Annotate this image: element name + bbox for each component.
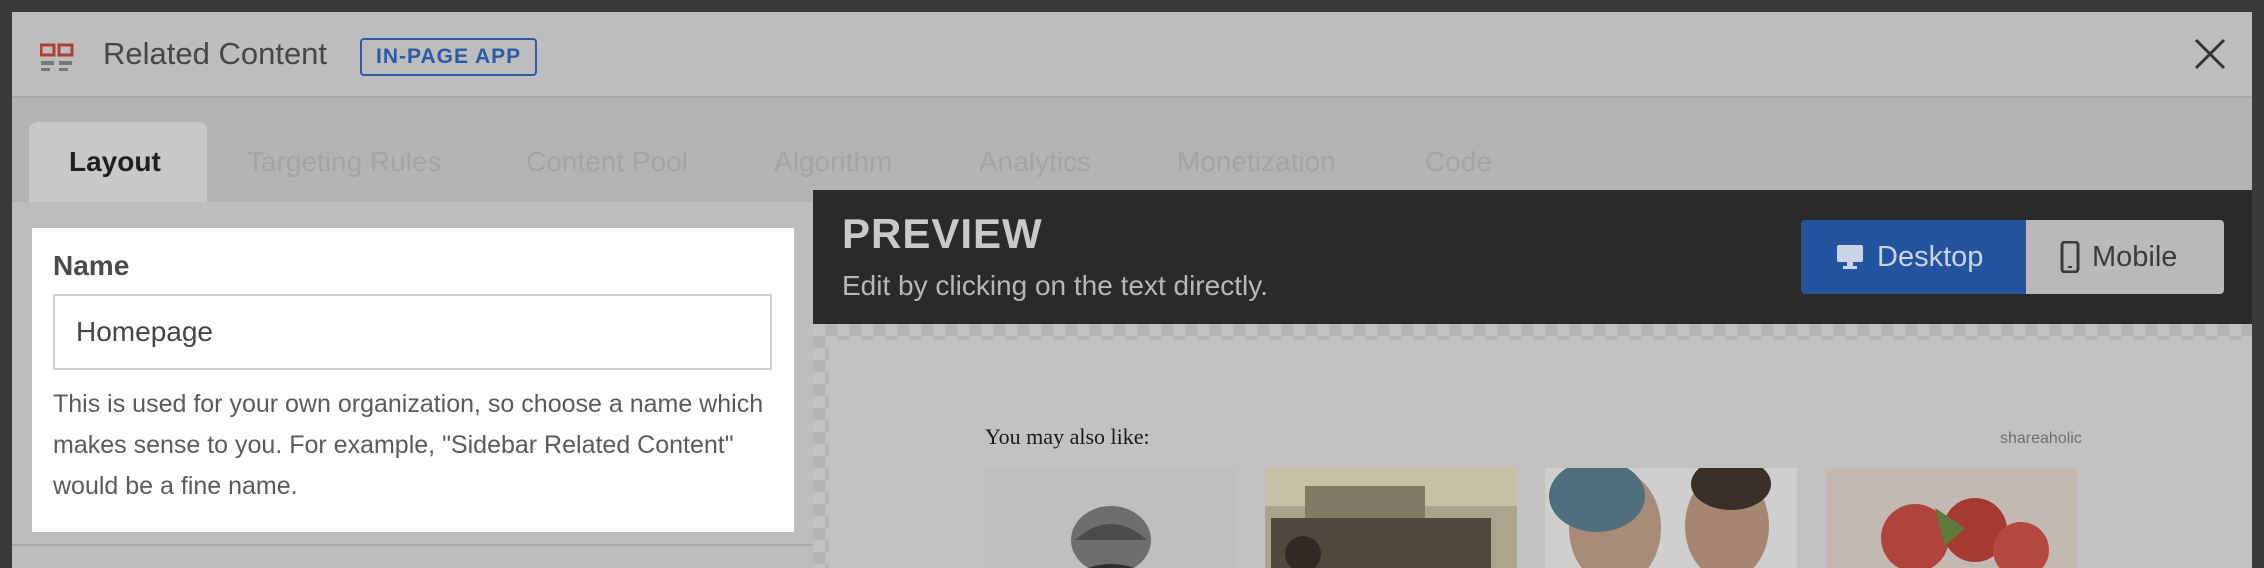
thumbnail-smiling-couple[interactable]	[1545, 468, 1797, 568]
name-card: Name This is used for your own organizat…	[32, 228, 794, 532]
name-help-text: This is used for your own organization, …	[53, 390, 764, 500]
thumbnail-strawberry-dish[interactable]	[1825, 468, 2077, 568]
thumbnail-vintage-car[interactable]	[1265, 468, 1517, 568]
name-input[interactable]	[53, 294, 772, 370]
device-toggle: Desktop Mobile	[1801, 220, 2224, 294]
desktop-label: Desktop	[1877, 240, 1984, 273]
name-label: Name	[53, 250, 130, 281]
mobile-label: Mobile	[2092, 240, 2178, 273]
preview-canvas: You may also like: shareaholic	[813, 324, 2252, 568]
tab-content-pool[interactable]: Content Pool	[526, 122, 688, 202]
monitor-icon	[1837, 245, 1863, 269]
desktop-button[interactable]: Desktop	[1801, 220, 2026, 294]
related-content-modal: Related Content IN-PAGE APP Layout Targe…	[12, 12, 2252, 568]
modal-header: Related Content IN-PAGE APP	[12, 12, 2252, 98]
preview-title: PREVIEW	[842, 210, 1043, 257]
modal-title: Related Content	[103, 36, 328, 71]
brand-label: shareaholic	[2000, 430, 2082, 447]
mobile-button[interactable]: Mobile	[2026, 220, 2224, 294]
tab-targeting-rules[interactable]: Targeting Rules	[247, 122, 442, 202]
thumbnail-person-in-knit-hat[interactable]	[985, 468, 1237, 568]
widget-preview: You may also like: shareaholic	[829, 340, 2252, 568]
close-icon[interactable]	[2190, 34, 2230, 74]
related-content-app-icon	[40, 43, 74, 71]
section-divider	[12, 544, 813, 546]
preview-panel: PREVIEW Edit by clicking on the text dir…	[813, 190, 2252, 568]
widget-heading[interactable]: You may also like:	[985, 424, 1150, 450]
preview-subtitle: Edit by clicking on the text directly.	[842, 270, 1268, 301]
settings-panel: Name This is used for your own organizat…	[12, 202, 813, 568]
tab-layout[interactable]: Layout	[29, 122, 207, 202]
tab-bar: Layout Targeting Rules Content Pool Algo…	[12, 98, 2252, 202]
preview-header: PREVIEW Edit by clicking on the text dir…	[813, 190, 2252, 324]
phone-icon	[2060, 241, 2080, 273]
app-type-badge: IN-PAGE APP	[360, 38, 538, 76]
